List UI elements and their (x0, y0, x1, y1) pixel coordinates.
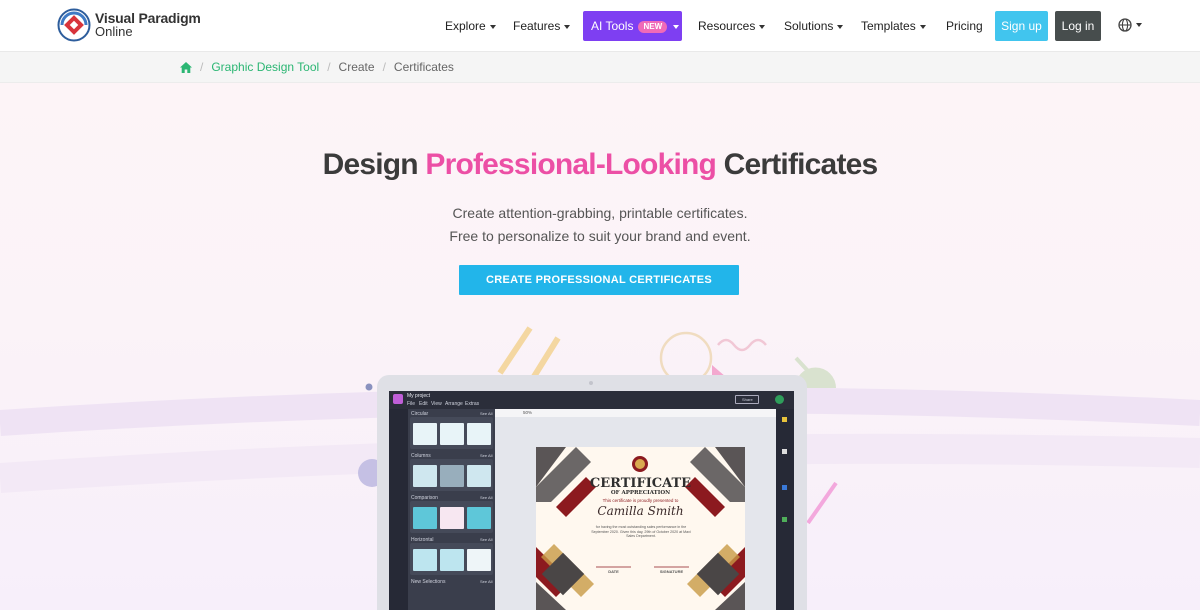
certificate-date-label: DATE (608, 569, 619, 574)
chevron-down-icon (759, 24, 766, 29)
nav-templates-label: Templates (861, 19, 916, 33)
template-row (410, 417, 493, 449)
breadcrumb-separator: / (200, 60, 204, 74)
editor-screenshot: My project File Edit View Arrange Extras… (389, 391, 794, 610)
nav-ai-tools-label: AI Tools (591, 19, 634, 33)
template-row (410, 501, 493, 533)
template-thumbnail (467, 549, 491, 571)
zoom-level: 50% (523, 410, 533, 415)
editor-right-toolbar (776, 409, 794, 610)
certificate-signature-label: SIGNATURE (659, 569, 684, 574)
template-thumbnail (413, 549, 437, 571)
certificate-subtitle: OF APPRECIATION (610, 490, 671, 496)
editor-sidebar-icons (389, 409, 408, 610)
breadcrumb-create[interactable]: Create (339, 52, 375, 83)
tool-icon (782, 417, 787, 422)
template-thumbnail (413, 465, 437, 487)
template-thumbnail (467, 507, 491, 529)
tool-icon (782, 517, 787, 522)
editor-menu-view: View (431, 401, 442, 407)
breadcrumb-bar: / Graphic Design Tool / Create / Certifi… (0, 52, 1200, 83)
nav-templates[interactable]: Templates (861, 0, 926, 52)
see-all-link: See All (480, 495, 493, 500)
share-button: Share (735, 395, 759, 404)
editor-menu-arrange: Arrange (445, 401, 463, 407)
chevron-down-icon (673, 24, 680, 29)
template-thumbnail (467, 423, 491, 445)
editor-titlebar: My project File Edit View Arrange Extras… (389, 391, 794, 409)
login-button[interactable]: Log in (1055, 11, 1101, 41)
breadcrumb-separator: / (382, 60, 386, 74)
app-icon (393, 394, 403, 404)
chevron-down-icon (919, 24, 926, 29)
tool-icon (782, 449, 787, 454)
chevron-down-icon (1136, 23, 1142, 27)
see-all-link: See All (480, 411, 493, 416)
nav-resources[interactable]: Resources (698, 0, 766, 52)
editor-toolbar: 50% (495, 409, 776, 417)
hero-subtitle-line-1: Create attention-grabbing, printable cer… (452, 205, 748, 221)
template-thumbnail (440, 423, 464, 445)
editor-template-panel: Circular See All Columns See All Compari… (408, 409, 495, 610)
nav-features[interactable]: Features (513, 0, 571, 52)
nav-explore-label: Explore (445, 19, 486, 33)
nav-resources-label: Resources (698, 19, 756, 33)
chevron-down-icon (837, 24, 844, 29)
title-highlight: Professional-Looking (425, 148, 717, 181)
chevron-down-icon (564, 24, 571, 29)
template-thumbnail (413, 423, 437, 445)
nav-pricing-label: Pricing (946, 19, 983, 33)
template-row (410, 459, 493, 491)
page-title: Design Professional-Looking Certificates (0, 148, 1200, 182)
breadcrumb-separator: / (327, 60, 331, 74)
nav-features-label: Features (513, 19, 561, 33)
nav-solutions[interactable]: Solutions (784, 0, 844, 52)
breadcrumb-certificates: Certificates (393, 60, 454, 74)
project-name: My project (407, 393, 431, 399)
editor-menu-extras: Extras (465, 401, 480, 407)
see-all-link: See All (480, 537, 493, 542)
nav-pricing[interactable]: Pricing (946, 0, 983, 52)
certificate-body-text: for having the most outstanding sales pe… (591, 525, 691, 539)
certificate-presented-line: This certificate is proudly presented to (602, 498, 679, 503)
chevron-down-icon (489, 24, 496, 29)
new-badge: NEW (638, 21, 668, 33)
breadcrumb-graphic-design-tool[interactable]: Graphic Design Tool (211, 52, 319, 83)
hero-subtitle-line-2: Free to personalize to suit your brand a… (449, 228, 751, 244)
see-all-link: See All (480, 579, 493, 584)
template-thumbnail (440, 507, 464, 529)
editor-menu-edit: Edit (419, 401, 428, 407)
editor-menu-file: File (407, 401, 416, 407)
avatar (775, 395, 784, 404)
top-navigation: Visual Paradigm Online Explore Features … (0, 0, 1200, 52)
share-label: Share (742, 397, 753, 402)
template-thumbnail (440, 465, 464, 487)
globe-icon (1118, 18, 1132, 32)
nav-explore[interactable]: Explore (445, 0, 496, 52)
template-thumbnail (440, 549, 464, 571)
home-icon[interactable] (180, 62, 192, 73)
tool-icon (782, 485, 787, 490)
title-part: Design (322, 148, 426, 181)
nav-ai-tools[interactable]: AI Tools NEW (583, 11, 682, 41)
nav-solutions-label: Solutions (784, 19, 834, 33)
breadcrumb: / Graphic Design Tool / Create / Certifi… (180, 52, 454, 83)
category-label: New Selections (411, 579, 446, 585)
camera-dot (589, 381, 593, 385)
template-row (410, 543, 493, 575)
certificate-recipient-name: Camilla Smith (597, 504, 684, 518)
see-all-link: See All (480, 453, 493, 458)
create-certificates-button[interactable]: CREATE PROFESSIONAL CERTIFICATES (459, 265, 739, 295)
certificate-preview: CERTIFICATE OF APPRECIATION This certifi… (536, 447, 745, 610)
template-thumbnail (413, 507, 437, 529)
title-part: Certificates (716, 148, 879, 181)
template-thumbnail (467, 465, 491, 487)
signup-button[interactable]: Sign up (995, 11, 1048, 41)
language-selector[interactable] (1118, 18, 1142, 32)
certificate-title: CERTIFICATE (589, 476, 692, 491)
